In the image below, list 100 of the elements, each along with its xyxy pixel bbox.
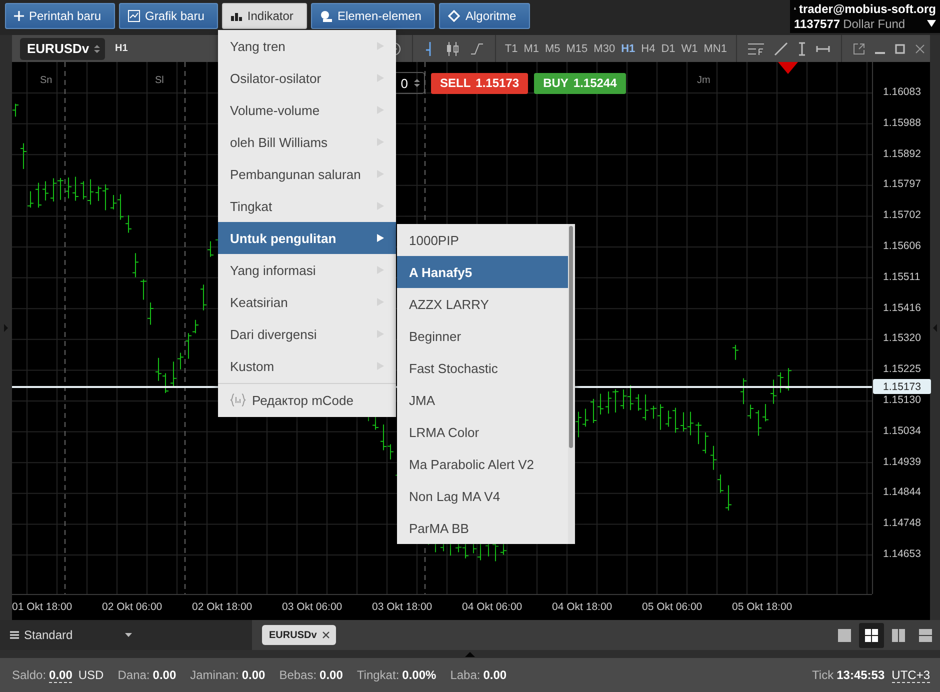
chart-tab[interactable]: EURUSDv xyxy=(262,625,336,645)
layout-button[interactable] xyxy=(859,622,884,648)
tab-label: EURUSDv xyxy=(269,630,317,640)
price-tick: 1.14653 xyxy=(883,548,921,560)
timeframe-button[interactable]: M5 xyxy=(542,42,564,54)
menu-item[interactable]: JMA xyxy=(397,384,568,416)
account-number: 1137577 xyxy=(794,16,840,30)
menu-item[interactable]: ParMA BB xyxy=(397,512,568,544)
spinner-icon xyxy=(414,78,420,88)
sell-button[interactable]: SELL 1.15173 xyxy=(431,72,528,94)
timeframe-button[interactable]: M15 xyxy=(563,42,591,54)
price-tick: 1.15416 xyxy=(883,302,921,314)
caret-icon xyxy=(125,633,132,637)
menu-item[interactable]: Yang informasi xyxy=(218,254,396,286)
currency-label: USD xyxy=(78,668,104,682)
price-tick: 1.15130 xyxy=(883,394,921,406)
day-label: Sl xyxy=(155,75,164,86)
spinner-icon xyxy=(94,44,100,54)
time-label: 02 Okt 18:00 xyxy=(192,600,254,612)
chart-icon xyxy=(128,10,140,22)
menu-item[interactable]: Yang tren xyxy=(218,30,396,62)
status-label: Bebas: xyxy=(279,668,317,682)
code-editor-icon xyxy=(230,393,246,407)
triangle-marker xyxy=(778,62,798,74)
price-tick: 1.15988 xyxy=(883,116,921,129)
menu-item[interactable]: Untuk pengulitan xyxy=(218,222,396,254)
menu-item[interactable]: Fast Stochastic xyxy=(397,352,568,384)
menu-item[interactable]: Non Lag MA V4 xyxy=(397,480,568,512)
timeframe-button[interactable]: MN1 xyxy=(700,42,730,54)
menu-item[interactable]: Beginner xyxy=(397,320,568,352)
menu-item[interactable]: Ma Parabolic Alert V2 xyxy=(397,448,568,480)
timeframe-button[interactable]: H1 xyxy=(618,42,638,54)
timeframe-button[interactable]: H4 xyxy=(638,42,658,54)
current-price-label: 1.15173 xyxy=(873,379,931,394)
price-tick: 1.15511 xyxy=(883,270,920,283)
menu-item[interactable]: A Hanafy5 xyxy=(397,256,568,288)
timeframe-button[interactable]: M1 xyxy=(520,42,542,54)
menu-item[interactable]: Dari divergensi xyxy=(218,318,396,350)
period-label: H1 xyxy=(115,43,128,54)
menu-icon xyxy=(10,631,19,639)
menu-item[interactable]: oleh Bill Williams xyxy=(218,126,396,158)
shapes-icon xyxy=(320,10,332,22)
scrollbar-thumb[interactable] xyxy=(569,226,573,448)
template-name: Standard xyxy=(24,628,73,642)
caret-icon[interactable] xyxy=(927,20,936,27)
status-label: Jaminan: xyxy=(190,668,239,682)
timeframe-button[interactable]: M30 xyxy=(590,42,618,54)
bar-chart-icon xyxy=(231,11,242,21)
time-label: 05 Okt 06:00 xyxy=(642,600,704,612)
price-tick: 1.14844 xyxy=(883,486,921,498)
menu-item[interactable]: 1000PIP xyxy=(397,224,568,256)
status-label: Dana: xyxy=(118,668,150,682)
timezone-select[interactable]: UTC+3 xyxy=(892,668,930,682)
close-icon[interactable] xyxy=(322,631,330,639)
menu-item[interactable]: LRMA Color xyxy=(397,416,568,448)
menu-item[interactable]: Kustom xyxy=(218,350,396,382)
timeframe-button[interactable]: T1 xyxy=(502,42,521,54)
symbol-select[interactable]: EURUSDv xyxy=(20,38,105,60)
plus-icon xyxy=(14,11,24,21)
toolbar-button[interactable]: Indikator xyxy=(222,3,308,29)
tick-time: 13:45:53 xyxy=(836,668,885,682)
toolbar-button[interactable]: Elemen-elemen xyxy=(311,3,436,29)
status-label: Tingkat: xyxy=(356,668,400,682)
status-value: 0.00 xyxy=(242,668,266,682)
menu-item[interactable]: Volume-volume xyxy=(218,94,396,126)
toolbar-button[interactable]: Algoritme xyxy=(439,3,530,29)
toolbar-button[interactable]: Grafik baru xyxy=(119,3,218,29)
toolbar-button[interactable]: Perintah baru xyxy=(5,3,116,29)
time-label: 03 Okt 06:00 xyxy=(282,600,344,612)
price-tick: 1.15320 xyxy=(883,332,921,344)
time-label: 04 Okt 18:00 xyxy=(552,600,614,612)
menu-item[interactable]: AZZX LARRY xyxy=(397,288,568,320)
grid-layout-icon xyxy=(865,628,878,642)
submenu-arrow-icon xyxy=(377,234,384,242)
price-tick: 1.15606 xyxy=(883,240,921,252)
template-select[interactable]: Standard xyxy=(0,620,252,650)
menu-item[interactable]: Tingkat xyxy=(218,190,396,222)
account-panel[interactable]: trader@mobius-soft.org 1137577 Dollar Fund xyxy=(790,0,940,33)
timeframe-button[interactable]: D1 xyxy=(658,42,678,54)
time-label: 01 Okt 18:00 xyxy=(12,600,74,612)
status-value[interactable]: 0.00 xyxy=(49,668,72,682)
status-value: 0.00 xyxy=(320,668,343,682)
menu-item[interactable]: Pembangunan saluran xyxy=(218,158,396,190)
diamond-icon xyxy=(448,10,460,22)
time-label: 04 Okt 06:00 xyxy=(462,600,524,612)
account-name: Dollar Fund xyxy=(843,16,906,30)
status-value: 0.00% xyxy=(402,668,436,682)
account-email: trader@mobius-soft.org xyxy=(798,2,936,16)
time-label: 02 Okt 06:00 xyxy=(102,600,164,612)
price-tick: 1.14748 xyxy=(883,517,921,530)
status-label: Saldo: xyxy=(12,668,46,682)
tick-label: Tick xyxy=(812,668,834,682)
menu-item[interactable]: Редактор mCode xyxy=(218,386,396,414)
price-tick: 1.15034 xyxy=(883,424,921,437)
price-tick: 1.15225 xyxy=(883,363,921,376)
single-layout-icon xyxy=(838,628,851,642)
menu-item[interactable]: Keatsirian xyxy=(218,286,396,318)
price-tick: 1.14939 xyxy=(883,456,921,468)
timeframe-button[interactable]: W1 xyxy=(678,42,701,54)
day-label: Jm xyxy=(697,75,710,86)
